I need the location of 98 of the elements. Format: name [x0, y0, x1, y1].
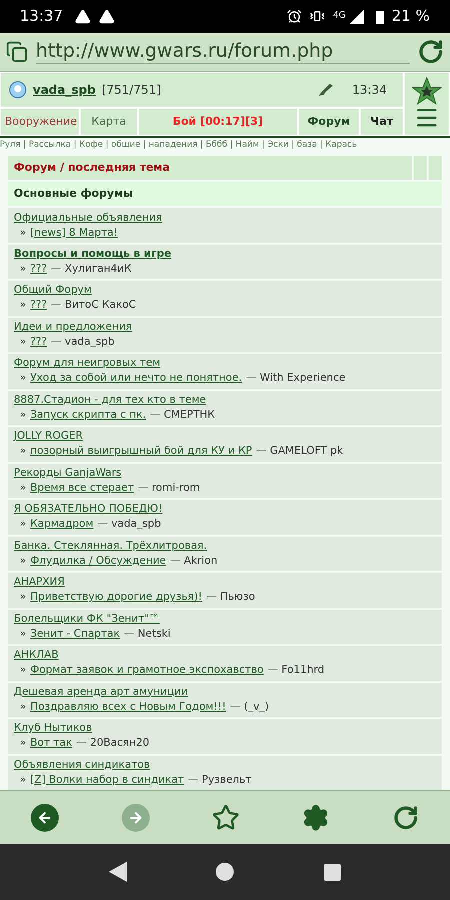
- nav-tab[interactable]: Бой [00:17][3]: [138, 108, 298, 136]
- topic-link[interactable]: [Z] Волки набор в синдикат: [30, 772, 184, 788]
- topic-link[interactable]: [news] 8 Марта!: [30, 226, 118, 240]
- topic-author: — СМЕРТНК: [150, 408, 216, 423]
- section-heading: Основные форумы: [8, 182, 442, 206]
- topic-author: — Netski: [124, 626, 171, 642]
- favorites-star-icon[interactable]: [212, 804, 240, 832]
- battery-percent: 21 %: [392, 6, 430, 28]
- recents-nav-icon[interactable]: [324, 864, 342, 880]
- forum-title-link[interactable]: Рекорды GanjaWars: [14, 466, 122, 481]
- forum-title-link[interactable]: Вопросы и помощь в игре: [14, 246, 172, 262]
- signal-icon: [350, 10, 364, 24]
- bullet-mark: »: [20, 554, 26, 569]
- topic-link[interactable]: Уход за собой или нечто не понятное.: [30, 371, 242, 386]
- bullet-mark: »: [20, 334, 26, 350]
- topic-link[interactable]: Формат заявок и грамотное экспохавство: [30, 663, 264, 678]
- bullet-mark: »: [20, 262, 26, 277]
- topic-link[interactable]: ???: [30, 262, 48, 277]
- forum-title-link[interactable]: Болельщики ФК "Зенит"™: [14, 612, 160, 627]
- network-type: 4G: [333, 10, 346, 23]
- forum-title-link[interactable]: Форум для неигровых тем: [14, 356, 161, 372]
- vibrate-icon: [310, 9, 326, 24]
- bullet-mark: »: [20, 444, 26, 460]
- topic-link[interactable]: Приветствую дорогие друзья)!: [30, 590, 202, 606]
- table-header-cell: [429, 156, 442, 180]
- topic-link[interactable]: Запуск скрипта с пк.: [30, 408, 146, 423]
- topic-author: — Fo11hrd: [268, 663, 325, 678]
- nav-tab[interactable]: Карта: [80, 108, 138, 136]
- arrow-right-icon: [128, 810, 144, 826]
- player-name[interactable]: vada_spb: [33, 81, 96, 99]
- bullet-mark: »: [20, 226, 26, 240]
- bullet-mark: »: [20, 408, 26, 423]
- bullet-mark: »: [20, 663, 26, 678]
- topic-author: — With Experience: [246, 371, 346, 386]
- table-header-cell: [414, 156, 427, 180]
- nav-tab[interactable]: Вооружение: [0, 108, 80, 136]
- topic-author: — 20Васян20: [76, 736, 150, 752]
- bullet-mark: »: [20, 371, 26, 386]
- topic-link[interactable]: Зенит - Спартак: [30, 626, 120, 642]
- forum-title-link[interactable]: АНАРХИЯ: [14, 575, 65, 590]
- topic-link[interactable]: ???: [30, 298, 48, 314]
- bullet-mark: »: [20, 626, 26, 642]
- forum-title-link[interactable]: Клуб Нытиков: [14, 721, 92, 736]
- alarm-icon: [287, 9, 302, 24]
- bullet-mark: »: [20, 590, 26, 606]
- battery-icon: [376, 10, 384, 24]
- back-button[interactable]: [31, 804, 60, 832]
- topic-link[interactable]: Флудилка / Обсуждение: [30, 554, 166, 569]
- forum-title-link[interactable]: Я ОБЯЗАТЕЛЬНО ПОБЕДЮ!: [14, 502, 163, 518]
- bullet-mark: »: [20, 772, 26, 788]
- quick-links[interactable]: Руля | Рассылка | Кофе | общие | нападения | Бббб | Найм | Эски | база | Карась: [0, 138, 450, 152]
- topic-author: — vada_spb: [98, 517, 162, 532]
- warning-icon: [99, 8, 116, 24]
- arrow-left-icon: [37, 810, 54, 826]
- topic-link[interactable]: позорный выигрышный бой для КУ и КР: [30, 444, 252, 460]
- nav-tab[interactable]: Форум: [298, 108, 360, 136]
- reload-icon[interactable]: [418, 39, 444, 65]
- bullet-mark: »: [20, 517, 26, 532]
- back-nav-icon[interactable]: [108, 862, 127, 882]
- bullet-mark: »: [20, 736, 26, 752]
- topic-link[interactable]: Время все стерает: [30, 480, 134, 496]
- topic-author: — ВитоС КакоС: [51, 298, 136, 314]
- forum-title-link[interactable]: Идеи и предложения: [14, 320, 132, 335]
- topic-link[interactable]: ???: [30, 334, 48, 350]
- forum-title-link[interactable]: АНКЛАВ: [14, 648, 59, 664]
- forum-title-link[interactable]: JOLLY ROGER: [14, 429, 84, 444]
- bullet-mark: »: [20, 700, 26, 715]
- forum-title-link[interactable]: Банка. Стеклянная. Трёхлитровая.: [14, 538, 208, 554]
- forum-title-link[interactable]: 8887.Стадион - для тех кто в теме: [14, 392, 206, 408]
- topic-author: — Рузвельт: [188, 772, 252, 788]
- bullet-mark: »: [20, 480, 26, 496]
- bullet-mark: »: [20, 298, 26, 314]
- topic-author: — GAMELOFT pk: [256, 444, 344, 460]
- topic-link[interactable]: Поздравляю всех с Новым Годом!!!: [30, 700, 226, 715]
- star-logo-icon: [412, 77, 442, 105]
- syndicate-logo-icon: [9, 81, 27, 99]
- nav-tab[interactable]: Чат: [360, 108, 404, 136]
- warning-icon: [75, 8, 92, 24]
- topic-link[interactable]: Кармадром: [30, 517, 94, 532]
- url-field[interactable]: http://www.gwars.ru/forum.php: [36, 40, 410, 64]
- topic-author: — Akrion: [170, 554, 218, 569]
- home-nav-icon[interactable]: [216, 863, 234, 881]
- server-time: 13:34: [352, 82, 387, 99]
- topic-author: — romi-rom: [138, 480, 200, 496]
- forum-title-link[interactable]: Дешевая аренда арт амуниции: [14, 684, 188, 700]
- forum-title-link[interactable]: Официальные объявления: [14, 210, 162, 226]
- tabs-icon[interactable]: [6, 41, 28, 63]
- forum-title-link[interactable]: Объявления синдикатов: [14, 758, 150, 773]
- topic-author: — (_v_): [230, 700, 270, 715]
- topic-author: — Хулиган4иК: [51, 262, 132, 277]
- table-header: Форум / последняя тема: [8, 156, 412, 180]
- topic-author: — Пьюзо: [206, 590, 256, 606]
- forum-title-link[interactable]: Общий Форум: [14, 283, 92, 298]
- refresh-icon[interactable]: [392, 804, 419, 830]
- status-time: 13:37: [20, 6, 64, 28]
- topic-link[interactable]: Вот так: [30, 736, 72, 752]
- topic-author: — vada_spb: [51, 334, 115, 350]
- player-hp: [751/751]: [102, 82, 162, 99]
